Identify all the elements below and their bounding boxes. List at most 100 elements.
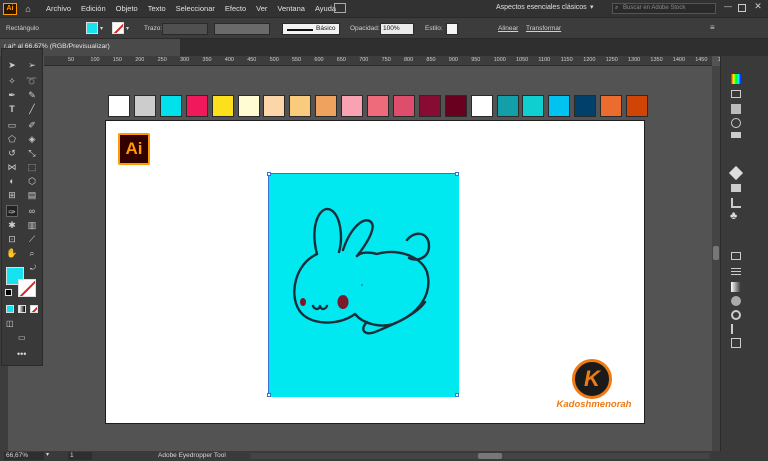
- color-swatch[interactable]: [108, 95, 130, 117]
- stroke-panel-icon[interactable]: [731, 268, 741, 269]
- draw-mode-icon[interactable]: ◫: [6, 319, 14, 328]
- align-panel-icon[interactable]: [731, 324, 741, 334]
- color-panel-icon[interactable]: [731, 74, 741, 84]
- horizontal-scrollbar[interactable]: [250, 453, 710, 459]
- color-swatch[interactable]: [444, 95, 467, 117]
- color-swatch[interactable]: [289, 95, 312, 117]
- shaper-tool-icon[interactable]: ⬠: [6, 133, 18, 145]
- align-link[interactable]: Alinear: [498, 25, 518, 32]
- column-graph-tool-icon[interactable]: ▥: [26, 219, 38, 231]
- gradient-icon[interactable]: [731, 282, 741, 292]
- edit-toolbar-icon[interactable]: •••: [17, 349, 26, 359]
- artboard-number-input[interactable]: 1: [68, 452, 92, 460]
- transform-link[interactable]: Transformar: [526, 25, 561, 32]
- color-swatch[interactable]: [496, 95, 519, 117]
- color-swatch[interactable]: [522, 95, 545, 117]
- symbols-icon[interactable]: [731, 132, 741, 138]
- pen-tool-icon[interactable]: ✒: [6, 89, 18, 101]
- menu-item-seleccionar[interactable]: Seleccionar: [171, 4, 220, 13]
- screen-mode-icon[interactable]: ▭: [18, 333, 26, 342]
- menu-item-texto[interactable]: Texto: [143, 4, 171, 13]
- direct-selection-tool-icon[interactable]: ➢: [26, 59, 38, 71]
- stroke-weight-input[interactable]: [162, 23, 208, 35]
- graphic-style-select[interactable]: [446, 23, 458, 35]
- appearance-icon[interactable]: [731, 310, 741, 320]
- home-icon[interactable]: ⌂: [21, 4, 35, 14]
- eyedropper-tool-icon[interactable]: ✑: [6, 205, 18, 217]
- color-swatch[interactable]: [185, 95, 208, 117]
- stroke-color-indicator[interactable]: [18, 279, 36, 297]
- eraser-tool-icon[interactable]: ◈: [26, 133, 38, 145]
- horizontal-ruler[interactable]: 50 100 150 200 250 300 350 400 450 500 550 600 650 70…: [44, 56, 727, 66]
- slice-tool-icon[interactable]: ⟋: [26, 233, 38, 245]
- maximize-button[interactable]: [738, 4, 746, 12]
- magic-wand-tool-icon[interactable]: ✧: [6, 75, 18, 87]
- stroke-chevron-icon[interactable]: ▾: [126, 25, 129, 32]
- color-swatch[interactable]: [211, 95, 234, 117]
- brush-definition-select[interactable]: Básico: [282, 23, 340, 35]
- gradient-mode-icon[interactable]: [18, 305, 26, 313]
- transparency-icon[interactable]: [731, 296, 741, 306]
- width-tool-icon[interactable]: ⋈: [6, 161, 18, 173]
- club-icon[interactable]: ♣: [730, 210, 737, 222]
- h-scroll-thumb[interactable]: [478, 453, 502, 459]
- selected-rectangle[interactable]: [267, 172, 459, 397]
- artboards-icon[interactable]: [731, 184, 741, 192]
- search-stock-input[interactable]: ⌕ Buscar en Adobe Stock: [612, 3, 716, 14]
- color-swatch[interactable]: [574, 95, 597, 117]
- color-mode-icon[interactable]: [6, 305, 14, 313]
- menu-item-objeto[interactable]: Objeto: [111, 4, 143, 13]
- vertical-scrollbar[interactable]: [712, 66, 720, 451]
- color-swatch[interactable]: [341, 95, 364, 117]
- color-swatch[interactable]: [237, 95, 260, 117]
- fill-chevron-icon[interactable]: ▾: [100, 25, 103, 32]
- menu-item-edicion[interactable]: Edición: [76, 4, 111, 13]
- line-segment-tool-icon[interactable]: ╱: [26, 103, 38, 115]
- none-mode-icon[interactable]: [30, 305, 38, 313]
- menu-item-ventana[interactable]: Ventana: [272, 4, 310, 13]
- scale-tool-icon[interactable]: ⤡: [26, 147, 38, 159]
- workspace-chevron-icon[interactable]: ▾: [590, 3, 594, 11]
- artboard-tool-icon[interactable]: ⊡: [6, 233, 18, 245]
- hand-tool-icon[interactable]: ✋: [6, 247, 18, 259]
- pathfinder-icon[interactable]: [731, 338, 741, 348]
- menu-item-efecto[interactable]: Efecto: [220, 4, 251, 13]
- stroke-color-swatch[interactable]: [112, 22, 124, 34]
- free-transform-tool-icon[interactable]: ⬚: [26, 161, 38, 173]
- lasso-tool-icon[interactable]: ➰: [26, 75, 38, 87]
- scroll-thumb[interactable]: [713, 246, 719, 260]
- layers-icon[interactable]: [728, 165, 744, 181]
- paintbrush-tool-icon[interactable]: ✐: [26, 119, 38, 131]
- default-fill-stroke-icon[interactable]: [5, 289, 12, 296]
- menu-item-ver[interactable]: Ver: [251, 4, 272, 13]
- color-swatch[interactable]: [470, 95, 493, 117]
- minimize-button[interactable]: —: [722, 2, 734, 11]
- rectangle-tool-icon[interactable]: ▭: [6, 119, 18, 131]
- close-button[interactable]: ✕: [752, 1, 764, 12]
- type-tool-icon[interactable]: T: [6, 103, 18, 115]
- zoom-level-select[interactable]: 66,67%: [4, 452, 44, 460]
- color-swatch[interactable]: [367, 95, 389, 117]
- color-swatch[interactable]: [418, 95, 441, 117]
- arrange-documents-icon[interactable]: [334, 3, 346, 13]
- zoom-tool-icon[interactable]: ⌕: [26, 247, 38, 259]
- color-swatch[interactable]: [392, 95, 415, 117]
- color-swatch[interactable]: [263, 95, 286, 117]
- selection-tool-icon[interactable]: ➤: [6, 59, 18, 71]
- panel-options-icon[interactable]: ≡: [710, 23, 715, 32]
- gradient-tool-icon[interactable]: ▤: [26, 189, 38, 201]
- color-swatch[interactable]: [600, 95, 623, 117]
- symbol-sprayer-tool-icon[interactable]: ✱: [6, 219, 18, 231]
- color-swatch[interactable]: [159, 95, 182, 117]
- swap-fill-stroke-icon[interactable]: ⤾: [30, 265, 36, 273]
- blend-tool-icon[interactable]: ∞: [26, 205, 38, 217]
- zoom-chevron-icon[interactable]: ▾: [46, 451, 49, 458]
- rotate-tool-icon[interactable]: ↺: [6, 147, 18, 159]
- workspace-switcher[interactable]: Aspectos esenciales clásicos: [496, 4, 587, 11]
- artboard[interactable]: Ai K Kadoshmenorah: [105, 120, 645, 424]
- fill-color-swatch[interactable]: [86, 22, 98, 34]
- curvature-tool-icon[interactable]: ✎: [26, 89, 38, 101]
- shape-builder-tool-icon[interactable]: ◐: [6, 175, 18, 187]
- opacity-input[interactable]: 100%: [380, 23, 414, 35]
- color-guide-icon[interactable]: [731, 90, 741, 98]
